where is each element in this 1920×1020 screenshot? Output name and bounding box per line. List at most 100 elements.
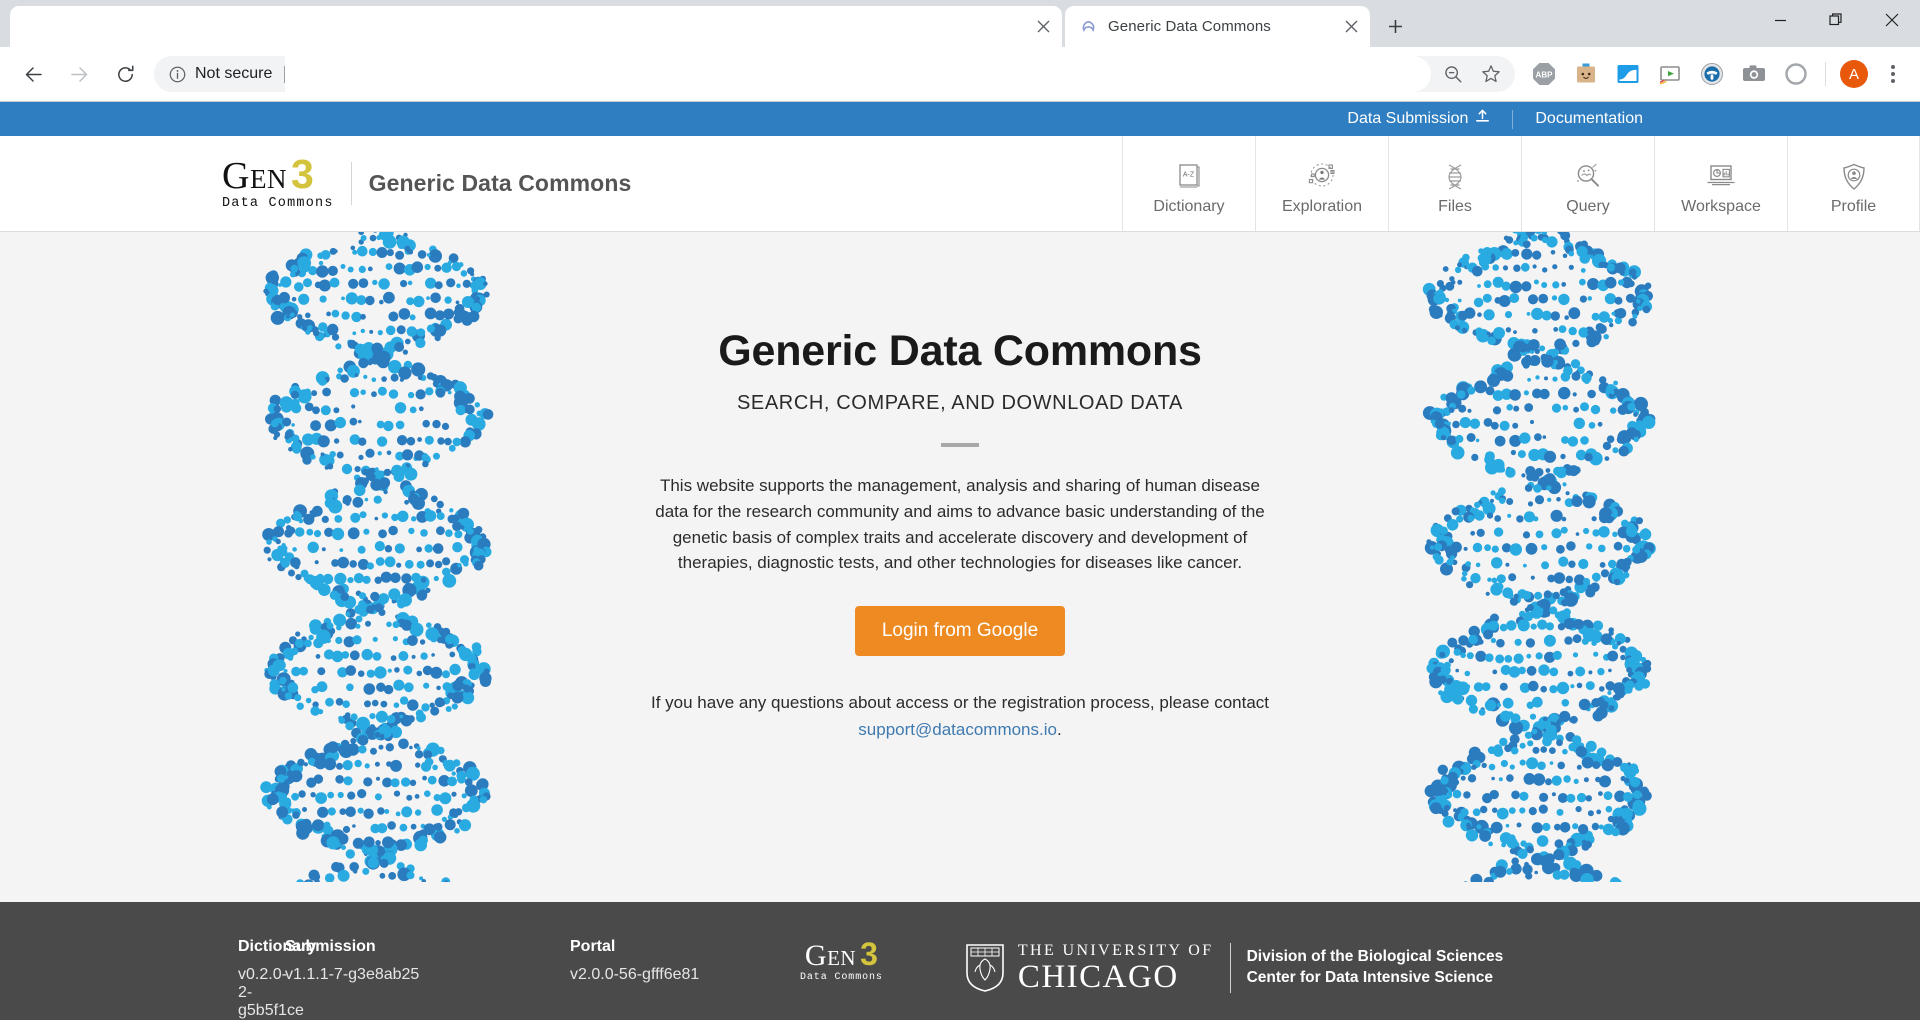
footer-gen3-logo: G EN 3 Data Commons — [800, 902, 883, 983]
logo-subtitle: Data Commons — [222, 196, 334, 211]
browser-toolbar: Not secure ABP A — [0, 47, 1920, 102]
tab-title: Generic Data Commons — [1108, 18, 1271, 35]
adblock-plus-icon[interactable]: ABP — [1527, 57, 1561, 91]
brand-area[interactable]: G EN 3 Data Commons Generic Data Commons — [0, 136, 631, 231]
uchicago-crest-icon — [966, 944, 1004, 992]
page-title: Generic Data Commons — [718, 327, 1202, 375]
address-bar[interactable]: Not secure — [154, 56, 1515, 92]
hero-paragraph: This website supports the management, an… — [655, 476, 1265, 573]
laptop-chart-icon — [1705, 158, 1737, 192]
magnifier-query-icon — [1573, 158, 1604, 192]
footer-version: v1.1.1-7-g3e8ab25 — [285, 966, 420, 983]
security-status-label: Not secure — [195, 65, 273, 82]
reload-icon[interactable] — [105, 54, 145, 94]
close-icon[interactable] — [1032, 16, 1054, 38]
footer-column-portal: Portal v2.0.0-56-gfff6e81 — [570, 902, 800, 984]
hero-subtitle: SEARCH, COMPARE, AND DOWNLOAD DATA — [736, 392, 1183, 414]
back-arrow-icon[interactable] — [13, 54, 53, 94]
hero-section: Generic Data Commons SEARCH, COMPARE, AN… — [0, 232, 1920, 882]
star-icon[interactable] — [1475, 58, 1507, 90]
nav-item-files[interactable]: Files — [1388, 136, 1521, 231]
login-from-google-button[interactable]: Login from Google — [854, 606, 1066, 657]
gen3-logo: G EN 3 Data Commons — [222, 151, 334, 211]
url-input[interactable] — [285, 56, 1431, 92]
dna-decoration-left — [260, 232, 494, 882]
footer-version: v0.2.0-2-g5b5f1ce — [238, 966, 304, 1019]
uchicago-divider — [1229, 943, 1231, 993]
division-line-1: Division of the Biological Sciences — [1246, 948, 1504, 966]
explore-person-icon — [1306, 158, 1338, 192]
book-az-icon: A-Z — [1174, 158, 1204, 192]
three-dot-menu-icon[interactable] — [1876, 57, 1910, 91]
uchicago-bottom-line: CHICAGO — [1017, 959, 1179, 995]
camera-icon[interactable] — [1737, 57, 1771, 91]
site-footer: Dictionary v0.2.0-2-g5b5f1ce Submission … — [0, 902, 1920, 1020]
close-window-icon[interactable] — [1864, 0, 1920, 40]
footer-label: Submission — [285, 938, 376, 955]
avatar[interactable]: A — [1840, 60, 1868, 88]
contact-text: If you have any questions about access o… — [640, 690, 1280, 743]
upload-icon — [1475, 109, 1490, 129]
webex-phone-icon[interactable] — [1695, 57, 1729, 91]
logo-letters-en: EN — [249, 164, 287, 194]
main-nav: A-Z Dictionary Exploration Files Query W… — [1122, 136, 1920, 231]
browser-tab-generic-data-commons[interactable]: Generic Data Commons — [1065, 6, 1370, 47]
info-circle-icon[interactable] — [168, 65, 187, 84]
browser-window: Generic Data Commons Not secure ABP A Da… — [0, 0, 1920, 1020]
screencast-icon[interactable] — [1653, 57, 1687, 91]
contact-prefix: If you have any questions about access o… — [650, 693, 1270, 713]
support-email-link[interactable]: support@datacommons.io — [858, 720, 1057, 739]
logo-letters-en: EN — [827, 946, 857, 970]
brand-divider — [350, 162, 352, 205]
nav-label: Files — [1438, 197, 1472, 215]
documentation-link[interactable]: Documentation — [1513, 110, 1665, 128]
nav-item-workspace[interactable]: Workspace — [1654, 136, 1787, 231]
nav-item-profile[interactable]: Profile — [1787, 136, 1920, 231]
top-utility-bar: Data Submission Documentation — [0, 102, 1920, 136]
nav-item-query[interactable]: Query — [1521, 136, 1654, 231]
footer-label: Dictionary — [238, 938, 317, 955]
extension-icons: ABP — [1523, 57, 1817, 91]
zoom-out-icon[interactable] — [1437, 58, 1469, 90]
maximize-icon[interactable] — [1808, 0, 1864, 40]
logo-letter-g: G — [222, 155, 250, 197]
nav-item-exploration[interactable]: Exploration — [1255, 136, 1388, 231]
data-submission-label: Data Submission — [1347, 110, 1469, 127]
chart-extension-icon[interactable] — [1611, 57, 1645, 91]
logo-subtitle: Data Commons — [800, 972, 883, 983]
uchicago-division: Division of the Biological Sciences Cent… — [1247, 947, 1504, 989]
nav-label: Dictionary — [1153, 197, 1225, 215]
shield-person-icon — [1839, 158, 1869, 192]
minimize-icon[interactable] — [1752, 0, 1808, 40]
footer-version: v2.0.0-56-gfff6e81 — [570, 966, 700, 983]
footer-column-dictionary: Dictionary v0.2.0-2-g5b5f1ce — [0, 902, 317, 1020]
cardboard-box-icon[interactable] — [1569, 57, 1603, 91]
hero-divider — [941, 443, 979, 447]
tab-strip: Generic Data Commons — [0, 0, 1920, 47]
footer-column-submission: Submission v1.1.1-7-g3e8ab25 — [285, 902, 570, 984]
nav-label: Profile — [1830, 197, 1877, 215]
site-title: Generic Data Commons — [368, 170, 632, 196]
uchicago-wordmark: THE UNIVERSITY OF CHICAGO — [1018, 942, 1214, 994]
cloud-icon — [1079, 18, 1097, 36]
dna-helix-icon — [1440, 158, 1470, 192]
circle-extension-icon[interactable] — [1779, 57, 1813, 91]
uchicago-logo: THE UNIVERSITY OF CHICAGO Division of th… — [965, 902, 1503, 994]
logo-numeral-3: 3 — [290, 151, 314, 197]
data-submission-link[interactable]: Data Submission — [1325, 109, 1512, 129]
site-header: G EN 3 Data Commons Generic Data Commons A… — [0, 136, 1920, 232]
nav-item-dictionary[interactable]: A-Z Dictionary — [1122, 136, 1255, 231]
logo-numeral-3: 3 — [860, 936, 878, 972]
address-bar-actions — [1431, 58, 1507, 90]
close-icon[interactable] — [1340, 16, 1362, 38]
nav-label: Workspace — [1681, 197, 1761, 215]
contact-suffix: . — [1056, 719, 1062, 739]
uchicago-top-line: THE UNIVERSITY OF — [1017, 942, 1214, 959]
dna-decoration-right — [1422, 232, 1656, 882]
browser-tab-blank[interactable] — [10, 6, 1062, 47]
forward-arrow-icon[interactable] — [59, 54, 99, 94]
page-content: Data Submission Documentation G EN 3 Dat… — [0, 102, 1920, 1020]
new-tab-button[interactable] — [1378, 9, 1412, 43]
division-line-2: Center for Data Intensive Science — [1246, 969, 1493, 986]
hero-content: Generic Data Commons SEARCH, COMPARE, AN… — [640, 232, 1280, 743]
